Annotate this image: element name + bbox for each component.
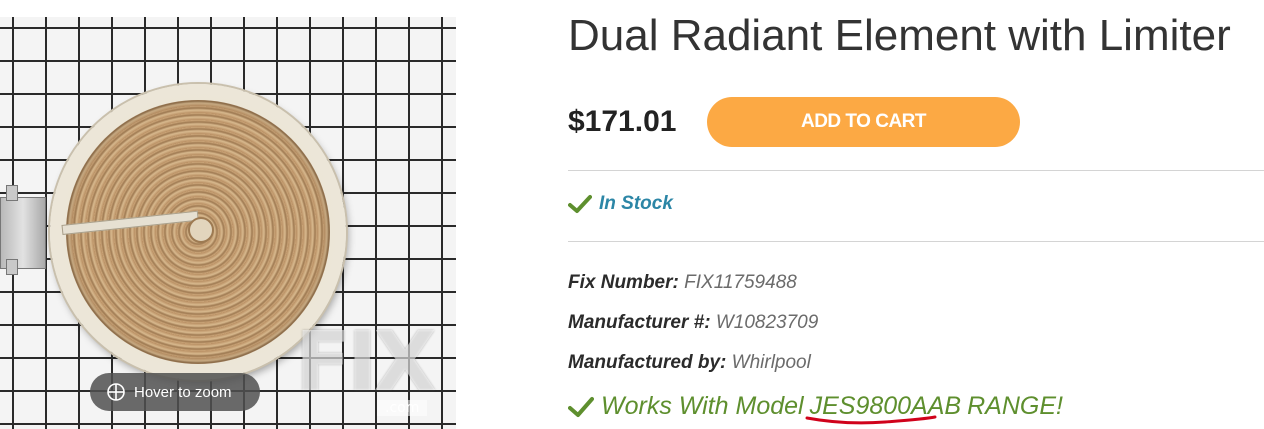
spec-manufactured-by: Manufactured by: Whirlpool [568, 352, 811, 374]
element-center [188, 217, 214, 243]
zoom-hint-label: Hover to zoom [134, 383, 232, 401]
stock-status-label: In Stock [599, 193, 673, 214]
spec-value: W10823709 [715, 312, 819, 333]
spec-value: Whirlpool [731, 352, 811, 373]
product-title: Dual Radiant Element with Limiter [568, 11, 1231, 60]
spec-label: Manufacturer #: [568, 312, 711, 333]
divider [568, 241, 1264, 242]
product-price: $171.01 [568, 105, 677, 138]
spec-manufacturer-number: Manufacturer #: W10823709 [568, 312, 818, 334]
divider [568, 170, 1264, 171]
works-with-suffix: RANGE! [967, 392, 1063, 420]
terminal-tab [6, 185, 18, 201]
zoom-crosshair-icon [107, 383, 125, 401]
checkmark-icon [568, 396, 594, 417]
product-image[interactable]: FIX .com [0, 17, 456, 429]
checkmark-icon [568, 195, 592, 213]
stock-status: In Stock [568, 193, 673, 215]
hover-to-zoom-pill[interactable]: Hover to zoom [90, 373, 260, 411]
spec-label: Manufactured by: [568, 352, 727, 373]
add-to-cart-button[interactable]: ADD TO CART [707, 97, 1020, 147]
red-underline-mark [805, 415, 937, 425]
spec-label: Fix Number: [568, 272, 679, 293]
spec-fix-number: Fix Number: FIX11759488 [568, 272, 797, 294]
fix-watermark: FIX .com [295, 315, 437, 416]
terminal-tab [6, 259, 18, 275]
works-with-prefix: Works With Model [601, 392, 804, 420]
spec-value: FIX11759488 [684, 272, 797, 293]
